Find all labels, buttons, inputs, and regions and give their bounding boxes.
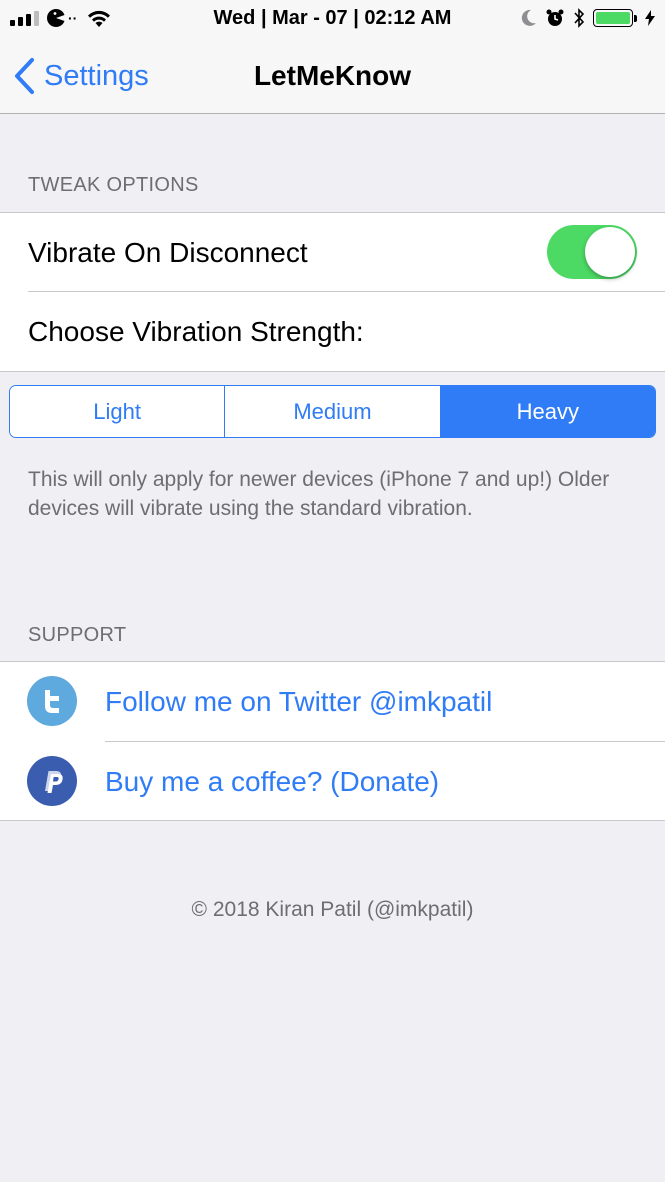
toggle-knob bbox=[585, 227, 635, 277]
vibrate-on-disconnect-label: Vibrate On Disconnect bbox=[28, 236, 308, 268]
status-bar: ·· Wed | Mar - 07 | 02:12 AM bbox=[0, 0, 665, 38]
support-group: Follow me on Twitter @imkpatil Buy me a … bbox=[0, 661, 665, 821]
battery-icon bbox=[593, 9, 637, 27]
alarm-icon bbox=[546, 9, 564, 26]
page-title: LetMeKnow bbox=[253, 60, 412, 91]
vibration-strength-label: Choose Vibration Strength: bbox=[28, 315, 364, 347]
support-header: SUPPORT bbox=[28, 624, 127, 646]
paypal-icon bbox=[27, 756, 77, 806]
copyright-text: © 2018 Kiran Patil (@imkpatil) bbox=[191, 898, 474, 921]
vibration-strength-cell: Choose Vibration Strength: bbox=[0, 292, 665, 371]
donate-cell[interactable]: Buy me a coffee? (Donate) bbox=[0, 742, 665, 821]
status-bar-right bbox=[521, 6, 655, 30]
segment-medium[interactable]: Medium bbox=[225, 386, 441, 437]
twitter-link-label: Follow me on Twitter @imkpatil bbox=[105, 685, 493, 717]
segment-light[interactable]: Light bbox=[10, 386, 226, 437]
donate-link-label: Buy me a coffee? (Donate) bbox=[105, 765, 440, 797]
tweak-options-footer: This will only apply for newer devices (… bbox=[28, 468, 610, 520]
battery-fill bbox=[596, 12, 630, 24]
bluetooth-icon bbox=[574, 8, 585, 28]
tweak-options-header: TWEAK OPTIONS bbox=[28, 174, 199, 196]
tweak-options-group: Vibrate On Disconnect Choose Vibration S… bbox=[0, 212, 665, 372]
vibration-strength-segmented-control: Light Medium Heavy bbox=[9, 385, 656, 438]
charging-icon bbox=[645, 10, 655, 26]
moon-icon bbox=[521, 9, 536, 26]
navigation-bar: Settings LetMeKnow bbox=[0, 38, 665, 114]
twitter-icon bbox=[27, 676, 77, 726]
vibrate-on-disconnect-cell: Vibrate On Disconnect bbox=[0, 213, 665, 292]
vibrate-on-disconnect-toggle[interactable] bbox=[547, 225, 637, 279]
twitter-cell[interactable]: Follow me on Twitter @imkpatil bbox=[0, 662, 665, 741]
segment-heavy[interactable]: Heavy bbox=[440, 386, 655, 437]
